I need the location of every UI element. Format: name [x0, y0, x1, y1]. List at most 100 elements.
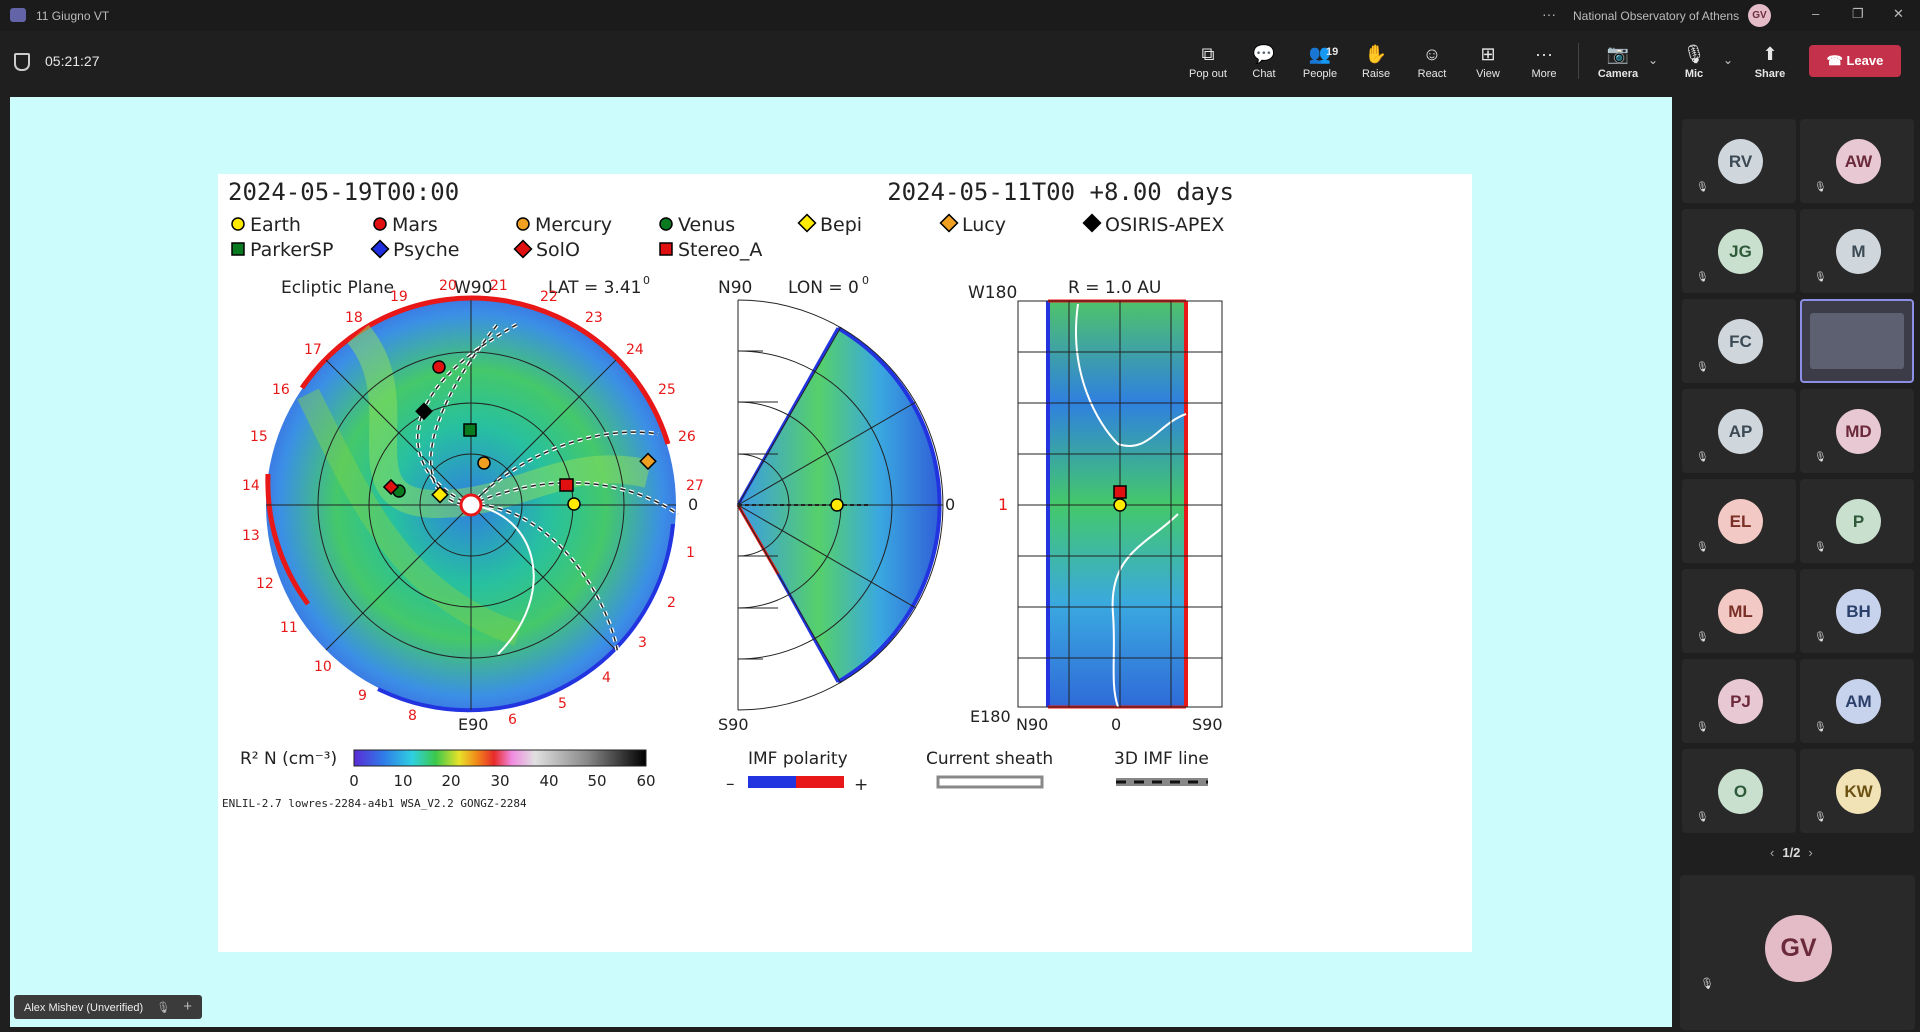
participant-tile[interactable]: MD 🎙 — [1800, 389, 1914, 473]
colorbar-tick-10: 10 — [393, 772, 412, 790]
organization-name[interactable]: National Observatory of Athens — [1573, 9, 1739, 23]
ecliptic-zero-label: 0 — [688, 495, 698, 514]
participant-tile[interactable]: AP 🎙 — [1682, 389, 1796, 473]
participant-tile[interactable]: AW 🎙 — [1800, 119, 1914, 203]
imf-polarity-label: IMF polarity — [748, 749, 848, 769]
pager-prev-icon[interactable]: ‹ — [1770, 845, 1774, 860]
legend-stereo-a: Stereo_A — [678, 239, 762, 261]
self-video-tile[interactable]: GV 🎙 — [1680, 875, 1915, 1030]
participant-tile[interactable]: RV 🎙 — [1682, 119, 1796, 203]
colorbar-tick-20: 20 — [441, 772, 460, 790]
participant-tile[interactable]: PJ 🎙 — [1682, 659, 1796, 743]
lat-label: LAT = 3.41 — [548, 278, 641, 298]
participant-tile[interactable]: JG 🎙 — [1682, 209, 1796, 293]
participant-avatar: PJ — [1718, 679, 1763, 724]
pin-plus-icon[interactable]: + — [183, 998, 192, 1015]
plot-date-left: 2024-05-19T00:00 — [228, 178, 459, 206]
mic-muted-icon: 🎙 — [1696, 812, 1709, 823]
raise-label: Raise — [1361, 68, 1391, 80]
participant-tile[interactable]: ML 🎙 — [1682, 569, 1796, 653]
mic-muted-icon: 🎙 — [1696, 452, 1709, 463]
s90-label: S90 — [718, 715, 749, 734]
participant-tile[interactable]: FC 🎙 — [1682, 299, 1796, 383]
enlil-plot: 2024-05-19T00:00 2024-05-11T00 +8.00 day… — [218, 174, 1472, 952]
view-button[interactable]: ⊞ View — [1460, 43, 1516, 80]
participant-avatar: O — [1718, 769, 1763, 814]
colorbar-label: R² N (cm⁻³) — [240, 749, 337, 769]
legend-earth-marker — [231, 217, 245, 231]
w180-label: W180 — [968, 283, 1017, 303]
carrington-27: 27 — [686, 478, 704, 494]
carrington-25: 25 — [658, 382, 676, 398]
participant-tile[interactable]: O 🎙 — [1682, 749, 1796, 833]
smiley-icon: ☺ — [1422, 44, 1442, 64]
legend-venus: Venus — [678, 214, 735, 236]
mic-muted-icon: 🎙 — [1696, 722, 1709, 733]
camera-options-chevron-icon[interactable]: ⌄ — [1648, 53, 1658, 67]
mic-off-icon: 🎙 — [1682, 44, 1706, 64]
carrington-13: 13 — [242, 528, 260, 544]
leave-button[interactable]: ☎ Leave — [1809, 45, 1901, 77]
latlon-one-label: 1 — [998, 495, 1008, 514]
self-mic-muted-icon: 🎙 — [1700, 978, 1714, 990]
carrington-5: 5 — [558, 696, 567, 712]
mic-options-chevron-icon[interactable]: ⌄ — [1723, 53, 1733, 67]
carrington-6: 6 — [508, 712, 517, 728]
participant-pager: ‹ 1/2 › — [1762, 845, 1821, 860]
carrington-8: 8 — [408, 708, 417, 724]
participant-tile[interactable]: BH 🎙 — [1800, 569, 1914, 653]
carrington-4: 4 — [602, 670, 611, 686]
participant-avatar: RV — [1718, 139, 1763, 184]
camera-button[interactable]: 📷 Camera — [1590, 43, 1646, 80]
imf-plus: + — [854, 775, 868, 795]
meeting-timer: 05:21:27 — [45, 53, 100, 69]
lon-deg: 0 — [862, 274, 869, 287]
legend-lucy: Lucy — [962, 214, 1006, 236]
mic-button[interactable]: 🎙 Mic — [1666, 43, 1722, 80]
mic-muted-icon: 🎙 — [156, 1002, 171, 1014]
participant-tile[interactable]: EL 🎙 — [1682, 479, 1796, 563]
share-button[interactable]: ⬆ Share — [1742, 43, 1798, 80]
minimize-button[interactable]: – — [1812, 6, 1819, 21]
react-button[interactable]: ☺ React — [1404, 43, 1460, 80]
people-count: 19 — [1326, 46, 1339, 58]
participant-tile[interactable]: AM 🎙 — [1800, 659, 1914, 743]
more-options-icon[interactable]: ··· — [1542, 6, 1556, 22]
legend-lucy-marker — [939, 213, 959, 233]
leave-label: Leave — [1846, 53, 1884, 68]
participant-tile[interactable]: P 🎙 — [1800, 479, 1914, 563]
shared-screen[interactable]: 2024-05-19T00:00 2024-05-11T00 +8.00 day… — [10, 97, 1672, 1027]
video-thumbnail — [1810, 313, 1904, 369]
account-avatar[interactable]: GV — [1748, 4, 1771, 27]
colorbar-tick-60: 60 — [636, 772, 655, 790]
mic-muted-icon: 🎙 — [1814, 542, 1827, 553]
people-label: People — [1302, 68, 1338, 80]
camera-label: Camera — [1597, 68, 1639, 80]
raise-hand-button[interactable]: ✋ Raise — [1348, 43, 1404, 80]
self-avatar: GV — [1765, 915, 1832, 982]
mic-muted-icon: 🎙 — [1814, 182, 1827, 193]
carrington-10: 10 — [314, 659, 332, 675]
close-button[interactable]: ✕ — [1893, 6, 1904, 22]
people-button[interactable]: 👥 19 People — [1292, 43, 1348, 80]
lat-deg: 0 — [643, 274, 650, 287]
participant-tile[interactable]: KW 🎙 — [1800, 749, 1914, 833]
pager-next-icon[interactable]: › — [1808, 845, 1812, 860]
colorbar-ticks: 0 10 20 30 40 50 60 — [349, 772, 655, 790]
participant-tile[interactable]: M 🎙 — [1800, 209, 1914, 293]
title-bar: 11 Giugno VT ··· National Observatory of… — [0, 0, 1920, 31]
carrington-14: 14 — [242, 478, 260, 494]
legend-bepi: Bepi — [820, 214, 862, 236]
restore-button[interactable]: ❐ — [1852, 6, 1864, 22]
chat-button[interactable]: 💬 Chat — [1236, 43, 1292, 80]
participant-avatar: MD — [1836, 409, 1881, 454]
grid-icon: ⊞ — [1480, 44, 1496, 64]
legend-osiris-apex: OSIRIS-APEX — [1105, 214, 1224, 236]
pop-out-button[interactable]: ⧉ Pop out — [1180, 43, 1236, 80]
carrington-16: 16 — [272, 382, 290, 398]
n90-label: N90 — [718, 278, 752, 298]
r-au-label: R = 1.0 AU — [1068, 278, 1161, 298]
more-button[interactable]: ··· More — [1516, 43, 1572, 80]
react-label: React — [1417, 68, 1447, 80]
participant-video-tile[interactable] — [1800, 299, 1914, 383]
